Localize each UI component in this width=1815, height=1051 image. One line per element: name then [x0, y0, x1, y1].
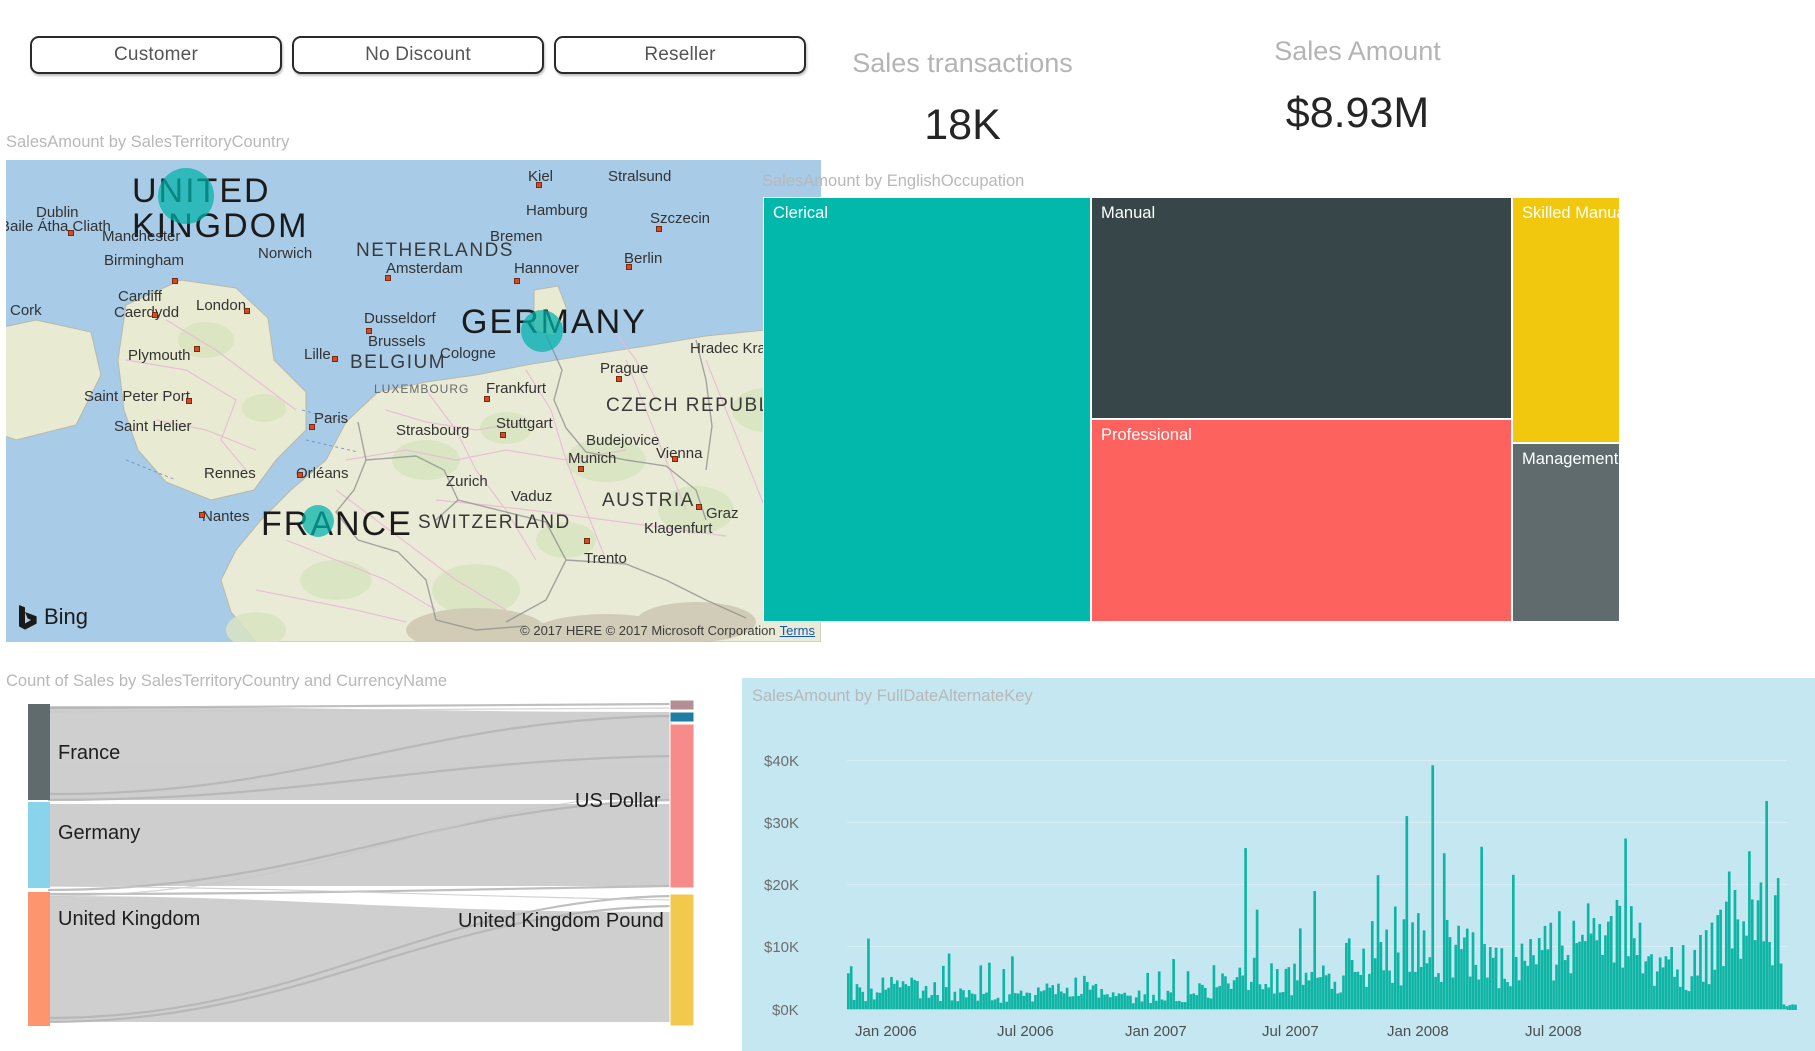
map-bubble-france[interactable]	[302, 505, 334, 537]
treemap-label-management: Management	[1522, 450, 1619, 468]
slicer-no-discount[interactable]: No Discount	[292, 36, 544, 74]
slicer-customer[interactable]: Customer	[30, 36, 282, 74]
treemap-label-clerical: Clerical	[773, 204, 829, 222]
treemap-cell-manual[interactable]: Manual	[1091, 197, 1512, 419]
map-city-dot	[584, 538, 590, 544]
barchart-axis-x	[847, 1009, 1787, 1010]
kpi-title-sales-transactions: Sales transactions	[852, 48, 1073, 78]
barchart-xtick-4: Jan 2008	[1387, 1023, 1449, 1040]
barchart-xtick-0: Jan 2006	[855, 1023, 917, 1040]
treemap-label-skilled-manual: Skilled Manual	[1522, 204, 1630, 222]
barchart-xtick-1: Jul 2006	[997, 1023, 1054, 1040]
treemap-label-professional: Professional	[1101, 426, 1192, 444]
map-city-dot	[309, 424, 315, 430]
map-city-dot	[514, 278, 520, 284]
map-city-dot	[385, 275, 391, 281]
sankey-node-uk-pound	[669, 893, 695, 1027]
barchart-xtick-3: Jul 2007	[1262, 1023, 1319, 1040]
barchart-series	[847, 765, 1797, 1010]
kpi-value-sales-amount: $8.93M	[1285, 89, 1430, 137]
map-city-dot	[199, 512, 205, 518]
barchart-ytick-30k: $30K	[764, 815, 800, 832]
sankey-visual[interactable]: France Germany United Kingdom US Dollar …	[6, 699, 726, 1030]
treemap-visual[interactable]: Clerical Manual Professional Skilled Man…	[763, 197, 1629, 622]
barchart-xtick-5: Jul 2008	[1525, 1023, 1582, 1040]
map-city-dot	[366, 328, 372, 334]
map-city-dot	[186, 398, 192, 404]
barchart-ytick-40k: $40K	[764, 753, 800, 770]
sankey-title: Count of Sales by SalesTerritoryCountry …	[6, 672, 448, 690]
map-basemap	[6, 160, 821, 642]
treemap-cell-professional[interactable]: Professional	[1091, 419, 1512, 622]
map-city-dot	[172, 278, 178, 284]
map-city-dot	[672, 456, 678, 462]
kpi-card-sales-amount[interactable]: Sales Amount $8.93M	[1225, 36, 1490, 138]
sankey-node-france	[28, 704, 50, 800]
barchart-title: SalesAmount by FullDateAlternateKey	[752, 687, 1033, 705]
map-city-dot	[297, 472, 303, 478]
bing-label: Bing	[44, 604, 89, 629]
treemap-cell-management[interactable]: Management	[1512, 443, 1620, 622]
sankey-node-germany	[28, 802, 50, 888]
slicer-no-discount-label: No Discount	[365, 44, 471, 65]
map-city-dot	[616, 376, 622, 382]
sankey-node-united-kingdom	[28, 892, 50, 1026]
sankey-label-uk-pound: United Kingdom Pound	[458, 910, 664, 932]
bing-logo[interactable]: Bing	[18, 604, 88, 630]
treemap-cell-skilled-manual[interactable]: Skilled Manual	[1512, 197, 1629, 443]
sankey-label-germany: Germany	[58, 822, 141, 844]
map-visual[interactable]: UNITED KINGDOM GERMANY FRANCE NETHERLAND…	[6, 160, 821, 642]
slicer-reseller[interactable]: Reseller	[554, 36, 806, 74]
map-city-dot	[696, 504, 702, 510]
slicer-customer-label: Customer	[114, 44, 198, 65]
map-city-dot	[536, 182, 542, 188]
map-city-dot	[68, 230, 74, 236]
treemap-title: SalesAmount by EnglishOccupation	[762, 172, 1025, 190]
treemap-label-manual: Manual	[1101, 204, 1156, 222]
barchart-ytick-0: $0K	[772, 1002, 799, 1019]
map-city-dot	[152, 312, 158, 318]
sankey-label-united-kingdom: United Kingdom	[58, 908, 201, 930]
map-title: SalesAmount by SalesTerritoryCountry	[6, 133, 290, 151]
powerbi-report-page: Customer No Discount Reseller Sales tran…	[0, 0, 1815, 1051]
kpi-value-sales-transactions: 18K	[924, 101, 1001, 149]
map-city-dot	[626, 264, 632, 270]
barchart-ytick-10k: $10K	[764, 939, 800, 956]
bing-mark-icon	[19, 605, 37, 630]
map-terms-link[interactable]: Terms	[780, 623, 815, 638]
barchart-ytick-20k: $20K	[764, 877, 800, 894]
map-bubble-germany[interactable]	[521, 310, 563, 352]
map-city-dot	[484, 396, 490, 402]
barchart-visual[interactable]: SalesAmount by FullDateAlternateKey $0K …	[742, 678, 1815, 1051]
map-city-dot	[244, 308, 250, 314]
sankey-label-france: France	[58, 742, 121, 764]
map-city-dot	[332, 356, 338, 362]
treemap-cell-clerical[interactable]: Clerical	[763, 197, 1091, 622]
kpi-card-sales-transactions[interactable]: Sales transactions 18K	[830, 48, 1095, 150]
map-city-dot	[194, 346, 200, 352]
sankey-label-us-dollar: US Dollar	[575, 790, 661, 812]
map-attribution: © 2017 HERE © 2017 Microsoft Corporation…	[520, 623, 815, 638]
kpi-title-sales-amount: Sales Amount	[1274, 36, 1441, 66]
sankey-node-us-dollar	[669, 723, 695, 889]
slicer-button-group: Customer No Discount Reseller	[30, 36, 806, 74]
map-city-dot	[578, 466, 584, 472]
map-attribution-text: © 2017 HERE © 2017 Microsoft Corporation	[520, 623, 776, 638]
map-bubble-united-kingdom[interactable]	[158, 168, 214, 224]
slicer-reseller-label: Reseller	[644, 44, 716, 65]
map-city-dot	[500, 432, 506, 438]
barchart-xtick-2: Jan 2007	[1125, 1023, 1187, 1040]
map-city-dot	[656, 226, 662, 232]
